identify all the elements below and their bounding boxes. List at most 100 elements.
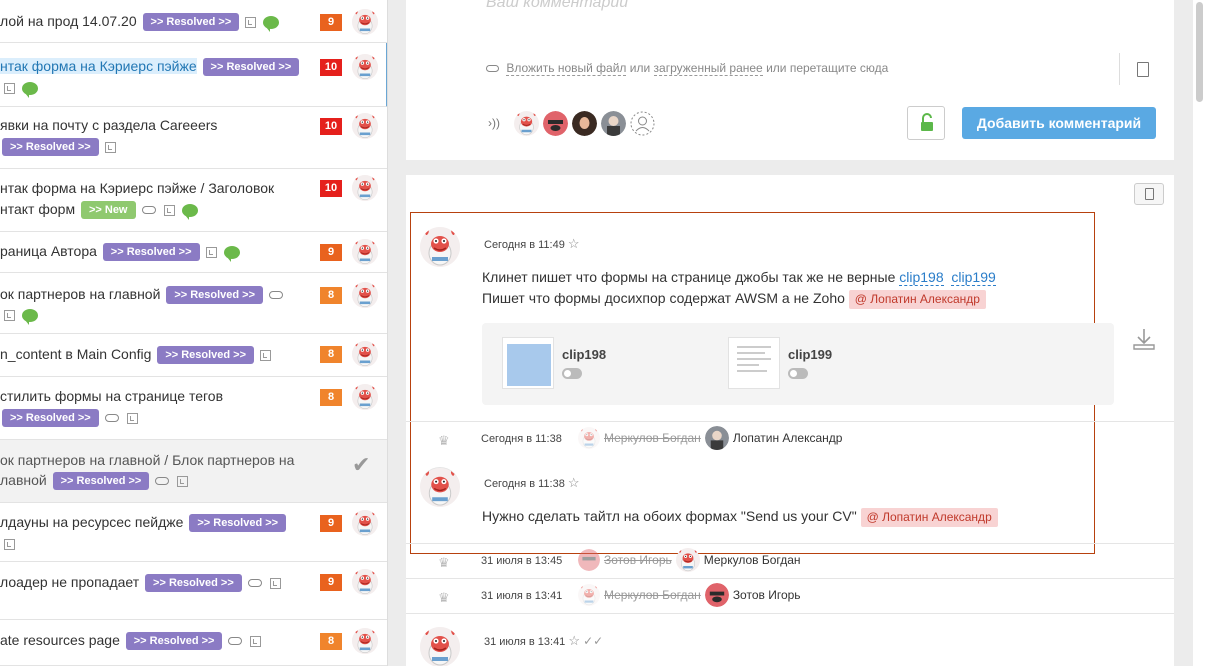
task-item[interactable]: лоадер не пропадает >> Resolved >> 9 xyxy=(0,562,387,620)
task-item[interactable]: n_content в Main Config >> Resolved >> 8 xyxy=(0,334,387,377)
priority-badge: 10 xyxy=(320,59,342,76)
priority-badge: 8 xyxy=(320,633,342,650)
private-toggle-button[interactable] xyxy=(907,106,945,140)
toggle-switch[interactable] xyxy=(788,368,808,379)
task-item[interactable]: нтак форма на Кэриерс пэйже >> Resolved … xyxy=(0,43,387,107)
assignee-avatar xyxy=(352,510,378,536)
assignee-avatar xyxy=(352,569,378,595)
timer-icon xyxy=(126,412,138,424)
priority-badge: 9 xyxy=(320,515,342,532)
timer-icon xyxy=(177,475,189,487)
task-item[interactable]: раница Автора >> Resolved >> 9 xyxy=(0,232,387,273)
author-avatar xyxy=(420,227,460,267)
file-link[interactable]: clip199 xyxy=(951,269,996,286)
assignee-avatar xyxy=(352,341,378,367)
task-item[interactable]: ок партнеров на главной / Блок партнеров… xyxy=(0,440,387,503)
attachments: clip198 clip199 xyxy=(482,323,1114,405)
comment-time: Сегодня в 11:38 ☆ xyxy=(484,475,580,490)
star-icon[interactable]: ☆ xyxy=(568,236,580,251)
task-meta-row xyxy=(0,533,312,554)
history-time: 31 июля в 13:45 xyxy=(481,555,563,567)
task-item[interactable]: явки на почту с раздела Careeers >> Reso… xyxy=(0,107,387,169)
task-title: нтак форма на Кэриерс пэйже / Заголовок xyxy=(0,180,275,196)
crown-icon: ♛ xyxy=(438,433,450,448)
comment-feed: Сегодня в 11:49 ☆ Клинет пишет что формы… xyxy=(406,175,1174,666)
history-change: Меркулов Богдан Зотов Игорь xyxy=(578,583,801,607)
task-title: стилить формы на странице тегов xyxy=(0,388,224,404)
task-meta-row xyxy=(0,304,312,325)
task-title: явки на почту с раздела Careeers xyxy=(0,117,218,133)
attachment-icon xyxy=(141,206,156,215)
participant-avatar[interactable] xyxy=(572,110,597,136)
participant-avatar[interactable] xyxy=(514,111,539,136)
priority-badge: 8 xyxy=(320,287,342,304)
task-item[interactable]: ate resources page >> Resolved >> 8 xyxy=(0,620,387,666)
mention-tag[interactable]: @ Лопатин Александр xyxy=(848,289,986,309)
task-title-row: лой на прод 14.07.20 >> Resolved >> xyxy=(0,11,312,32)
status-badge: >> Resolved >> xyxy=(202,58,300,77)
status-badge: >> Resolved >> xyxy=(142,13,240,32)
task-item[interactable]: лой на прод 14.07.20 >> Resolved >> 9 xyxy=(0,0,387,43)
task-title: ок партнеров на главной / Блок партнеров… xyxy=(0,452,295,468)
previous-assignee-avatar xyxy=(578,584,600,606)
crown-icon: ♛ xyxy=(438,590,450,605)
subscribe-icon[interactable]: ›)) xyxy=(488,116,500,130)
assignee-avatar xyxy=(352,628,378,654)
toggle-switch[interactable] xyxy=(562,368,582,379)
new-assignee-avatar xyxy=(676,548,700,572)
star-icon[interactable]: ☆ xyxy=(568,633,580,648)
task-title-cont: лавной xyxy=(0,472,47,488)
task-title: ate resources page xyxy=(0,632,120,648)
comment-icon xyxy=(22,81,38,98)
attachment-thumbnail[interactable] xyxy=(502,337,554,389)
task-item[interactable]: лдауны на ресурсес пейдже >> Resolved >>… xyxy=(0,503,387,562)
participant-avatar[interactable] xyxy=(543,110,568,136)
task-item[interactable]: стилить формы на странице тегов >> Resol… xyxy=(0,377,387,440)
drag-hint: перетащите сюда xyxy=(789,61,889,75)
task-title: лоадер не пропадает xyxy=(0,574,140,590)
scrollbar[interactable] xyxy=(1193,0,1205,666)
timer-icon xyxy=(245,16,257,28)
document-button[interactable] xyxy=(1134,183,1164,205)
task-title-row: лдауны на ресурсес пейдже >> Resolved >> xyxy=(0,512,312,533)
mention-tag[interactable]: @ Лопатин Александр xyxy=(860,507,998,527)
attach-prev-link[interactable]: загруженный ранее xyxy=(653,61,763,76)
history-time: Сегодня в 11:38 xyxy=(481,433,562,445)
timer-icon xyxy=(4,309,15,321)
done-check-icon: ✔ xyxy=(352,452,371,477)
task-item[interactable]: нтак форма на Кэриерс пэйже / Заголовок … xyxy=(0,169,387,232)
history-row: ♛ 31 июля в 13:41 Меркулов Богдан Зотов … xyxy=(406,578,1174,612)
add-participant-icon[interactable] xyxy=(630,111,655,136)
timer-icon xyxy=(250,635,262,647)
comment-icon xyxy=(181,203,198,220)
assignee-avatar xyxy=(352,239,378,265)
attach-row: Вложить новый файл или загруженный ранее… xyxy=(486,61,889,76)
status-badge: >> Resolved >> xyxy=(157,346,255,365)
download-icon[interactable] xyxy=(1133,327,1155,351)
crown-icon: ♛ xyxy=(438,555,450,570)
task-title: ок партнеров на главной xyxy=(0,286,161,302)
attachment-thumbnail[interactable] xyxy=(728,337,780,389)
task-item[interactable]: ок партнеров на главной >> Resolved >> 8 xyxy=(0,273,387,334)
document-icon[interactable] xyxy=(1137,62,1149,77)
attach-new-link[interactable]: Вложить новый файл xyxy=(506,61,627,76)
participant-avatar[interactable] xyxy=(601,110,626,136)
paperclip-icon xyxy=(486,65,499,73)
task-title: лой на прод 14.07.20 xyxy=(0,13,137,29)
previous-assignee: Зотов Игорь xyxy=(604,553,672,567)
comment-text: Клинет пишет что формы на странице джобы… xyxy=(482,267,996,309)
add-comment-button[interactable]: Добавить комментарий xyxy=(962,107,1156,139)
scrollbar-thumb[interactable] xyxy=(1196,2,1203,102)
history-row: ♛ 31 июля в 13:45 Зотов Игорь Меркулов Б… xyxy=(406,543,1174,577)
comment-composer: Ваш комментарий Вложить новый файл или з… xyxy=(406,0,1174,160)
comment-input[interactable]: Ваш комментарий xyxy=(486,0,628,12)
file-link[interactable]: clip198 xyxy=(899,269,944,286)
task-title-row: нтакт форм >> New xyxy=(0,199,312,220)
priority-badge: 8 xyxy=(320,346,342,363)
star-icon[interactable]: ☆ xyxy=(568,475,580,490)
attachment-icon xyxy=(269,291,284,300)
attachment-item[interactable]: clip199 xyxy=(728,337,832,389)
attachment-item[interactable]: clip198 xyxy=(502,337,606,389)
assignee-avatar xyxy=(352,9,378,35)
history-change: Зотов Игорь Меркулов Богдан xyxy=(578,548,801,572)
